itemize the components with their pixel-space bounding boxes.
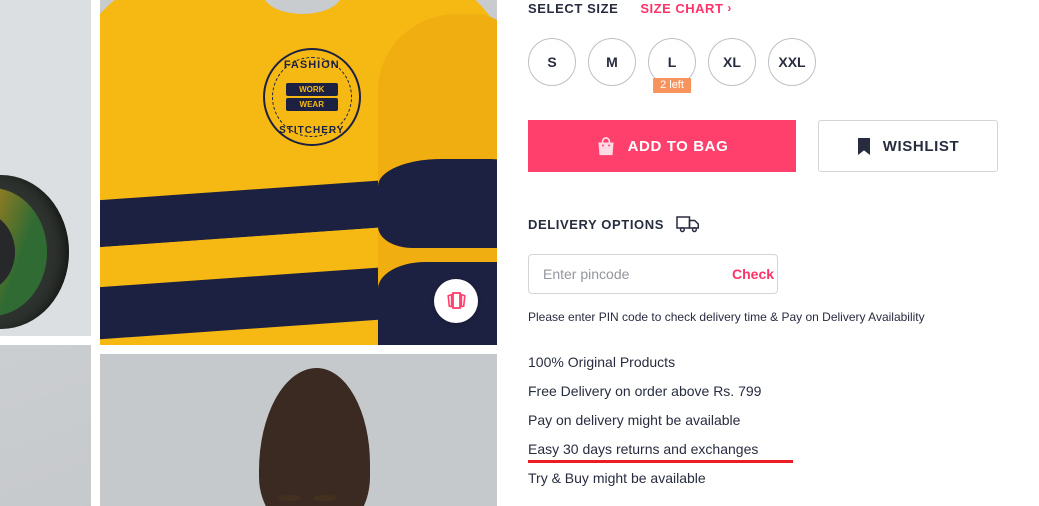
- benefit-item: Pay on delivery might be available: [528, 412, 741, 428]
- main-image-column: FASHION WORK WEAR STITCHERY: [100, 0, 497, 506]
- pincode-field-wrapper[interactable]: Check: [528, 254, 778, 294]
- product-image-gallery: FASHION WORK WEAR STITCHERY: [0, 0, 500, 506]
- add-to-bag-label: ADD TO BAG: [627, 137, 729, 155]
- delivery-options-header: DELIVERY OPTIONS: [528, 214, 1008, 234]
- size-options: S M L 2 left XL XXL: [528, 38, 1008, 93]
- image-carousel-button[interactable]: [434, 279, 478, 323]
- product-detail-page: FASHION WORK WEAR STITCHERY SELECT SIZE …: [0, 0, 1039, 506]
- size-option-label: M: [606, 54, 618, 70]
- size-option-s[interactable]: S: [528, 38, 576, 86]
- model-hair: [258, 367, 370, 506]
- thumbnail-1-photo: [0, 0, 91, 336]
- size-option-xl[interactable]: XL: [708, 38, 756, 86]
- model-brow-left: [278, 495, 301, 501]
- image-carousel-icon: [447, 292, 466, 309]
- logo-core-line2: WEAR: [285, 98, 338, 112]
- size-option-label: L: [667, 54, 677, 70]
- pincode-check-button[interactable]: Check: [732, 266, 774, 282]
- model-brow-right: [314, 495, 337, 501]
- thumbnail-2-photo: [0, 345, 91, 506]
- benefit-item: Easy 30 days returns and exchanges: [528, 435, 794, 464]
- logo-core-line1: WORK: [285, 83, 338, 97]
- benefit-item: 100% Original Products: [528, 354, 676, 370]
- chevron-right-icon: ›: [727, 1, 732, 15]
- delivery-truck-icon: [676, 216, 700, 233]
- wishlist-button[interactable]: WISHLIST: [818, 120, 998, 172]
- benefits-list: 100% Original Products Free Delivery on o…: [528, 348, 1008, 493]
- size-option-label: XL: [723, 54, 741, 70]
- tshirt-sleeve-navy-band-upper: [377, 158, 497, 249]
- purchase-panel: SELECT SIZE SIZE CHART › SML2 left XL XXL …: [528, 0, 1008, 506]
- size-option-m[interactable]: M: [588, 38, 636, 86]
- action-buttons: ADD TO BAG WISHLIST: [528, 120, 1008, 172]
- logo-core: WORK WEAR: [285, 83, 338, 112]
- size-option-xxl[interactable]: XXL: [768, 38, 816, 86]
- benefit-item: Try & Buy might be available: [528, 470, 706, 486]
- size-option-label: XXL: [778, 54, 806, 70]
- size-option-l[interactable]: L 2 left: [648, 38, 696, 93]
- size-stock-badge: 2 left: [653, 78, 691, 93]
- logo-bottom-word: STITCHERY: [279, 125, 345, 137]
- bookmark-icon: [857, 137, 870, 155]
- thumbnail-1[interactable]: [0, 0, 91, 336]
- shopping-bag-icon: [598, 136, 614, 155]
- thumbnail-column: [0, 0, 91, 506]
- model-portrait-photo: [100, 354, 497, 506]
- select-size-header: SELECT SIZE SIZE CHART ›: [528, 0, 1008, 16]
- select-size-title: SELECT SIZE: [528, 0, 619, 16]
- thumbnail-2[interactable]: [0, 345, 91, 506]
- delivery-options-title: DELIVERY OPTIONS: [528, 216, 665, 232]
- main-image-2[interactable]: [100, 354, 497, 506]
- benefit-item: Free Delivery on order above Rs. 799: [528, 383, 762, 399]
- wishlist-label: WISHLIST: [882, 137, 960, 155]
- add-to-bag-button[interactable]: ADD TO BAG: [528, 120, 796, 172]
- tshirt-chest-logo: FASHION WORK WEAR STITCHERY: [262, 48, 361, 147]
- size-chart-link[interactable]: SIZE CHART ›: [640, 1, 732, 16]
- logo-top-word: FASHION: [283, 59, 340, 72]
- size-option-label: S: [547, 54, 557, 70]
- size-chart-label: SIZE CHART: [640, 0, 724, 16]
- pincode-hint-text: Please enter PIN code to check delivery …: [528, 310, 925, 324]
- pincode-input[interactable]: [543, 266, 724, 282]
